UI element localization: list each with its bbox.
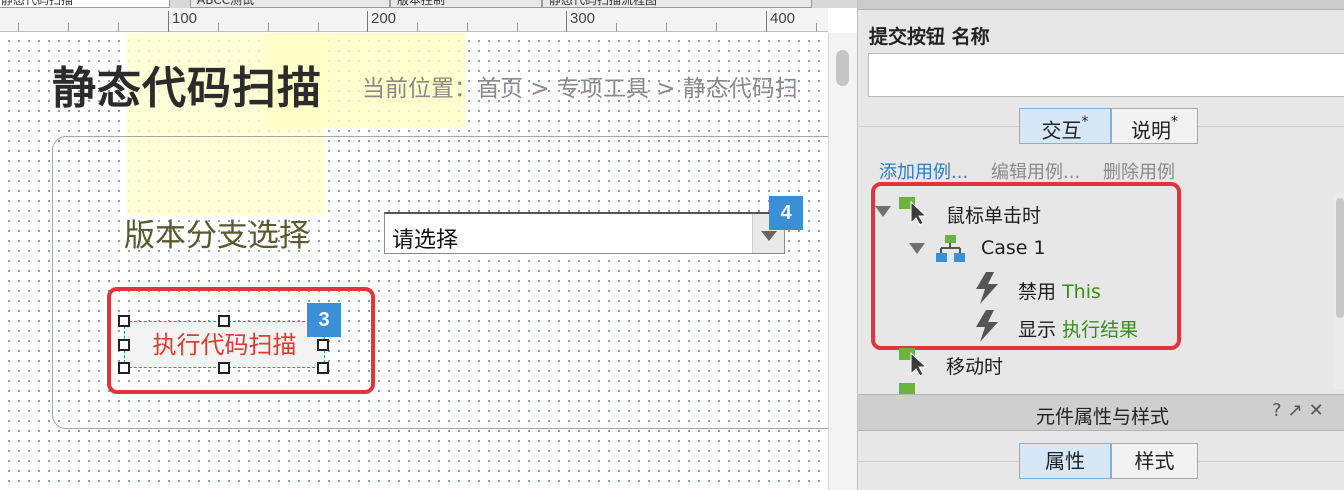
resize-handle[interactable] (118, 362, 130, 374)
page-tab-strip: 静态代码扫描 ABCC测试 版本控制 静态代码扫描流程图 (0, 0, 857, 8)
canvas-scrollbar[interactable] (828, 33, 857, 490)
event-onmove[interactable]: 移动时 (946, 352, 1003, 379)
widget-name-label: 提交按钮 名称 (869, 26, 990, 48)
tab-abcc-test[interactable]: ABCC测试 (190, 0, 390, 8)
tab-static-scan[interactable]: 静态代码扫描 (0, 0, 170, 8)
tree-scrollbar-thumb[interactable] (1336, 198, 1344, 318)
tab-scan-flowchart[interactable]: 静态代码扫描流程图 (542, 0, 812, 8)
interaction-panel: 提交按钮 名称 交互* 说明* 添加用例... 编辑用例... 删除用例 鼠标单… (857, 0, 1344, 490)
question-icon[interactable]: ? (1272, 400, 1288, 421)
tab-notes[interactable]: 说明* (1111, 108, 1198, 144)
tab-properties[interactable]: 属性 (1019, 443, 1111, 479)
widget-name-input[interactable] (868, 53, 1344, 97)
execute-scan-button[interactable]: 执行代码扫描 (124, 321, 325, 368)
resize-handle[interactable] (218, 315, 230, 327)
canvas-scrollbar-thumb[interactable] (836, 50, 849, 86)
panel-header (858, 0, 1344, 10)
ruler-label: 100 (172, 10, 198, 27)
edit-case-link[interactable]: 编辑用例... (991, 158, 1080, 184)
ruler-label: 200 (371, 10, 397, 27)
resize-handle[interactable] (218, 362, 230, 374)
ruler-label: 300 (570, 10, 596, 27)
branch-select[interactable]: 请选择 (384, 212, 785, 254)
section-icons: ?↗✕ (1272, 400, 1330, 421)
props-section-title: 元件属性与样式 (1036, 406, 1170, 428)
tab-styles[interactable]: 样式 (1111, 443, 1198, 479)
resize-handle[interactable] (317, 362, 329, 374)
footnote-badge[interactable]: 3 (307, 303, 341, 337)
delete-case-link[interactable]: 删除用例 (1103, 158, 1175, 184)
cursor-event-icon (899, 348, 928, 377)
resize-handle[interactable] (118, 315, 130, 327)
horizontal-ruler: 100 200 300 400 (0, 8, 828, 32)
design-canvas[interactable]: 静态代码扫描 ABCC测试 版本控制 静态代码扫描流程图 100 200 300… (0, 0, 857, 490)
popout-icon[interactable]: ↗ (1288, 400, 1309, 421)
branch-select-label: 版本分支选择 (124, 218, 310, 254)
highlight-box (871, 182, 1181, 350)
close-icon[interactable]: ✕ (1309, 400, 1330, 421)
add-case-link[interactable]: 添加用例... (879, 158, 968, 184)
select-value: 请选择 (392, 228, 459, 253)
footnote-badge[interactable]: 4 (769, 196, 803, 230)
page-title: 静态代码扫描 (52, 63, 322, 114)
resize-handle[interactable] (118, 339, 130, 351)
breadcrumb: 当前位置：首页 > 专项工具 > 静态代码扫 (362, 76, 798, 102)
tab-version[interactable]: 版本控制 (390, 0, 542, 8)
resize-handle[interactable] (317, 339, 329, 351)
ruler-label: 400 (770, 10, 796, 27)
tab-interaction[interactable]: 交互* (1019, 108, 1111, 144)
